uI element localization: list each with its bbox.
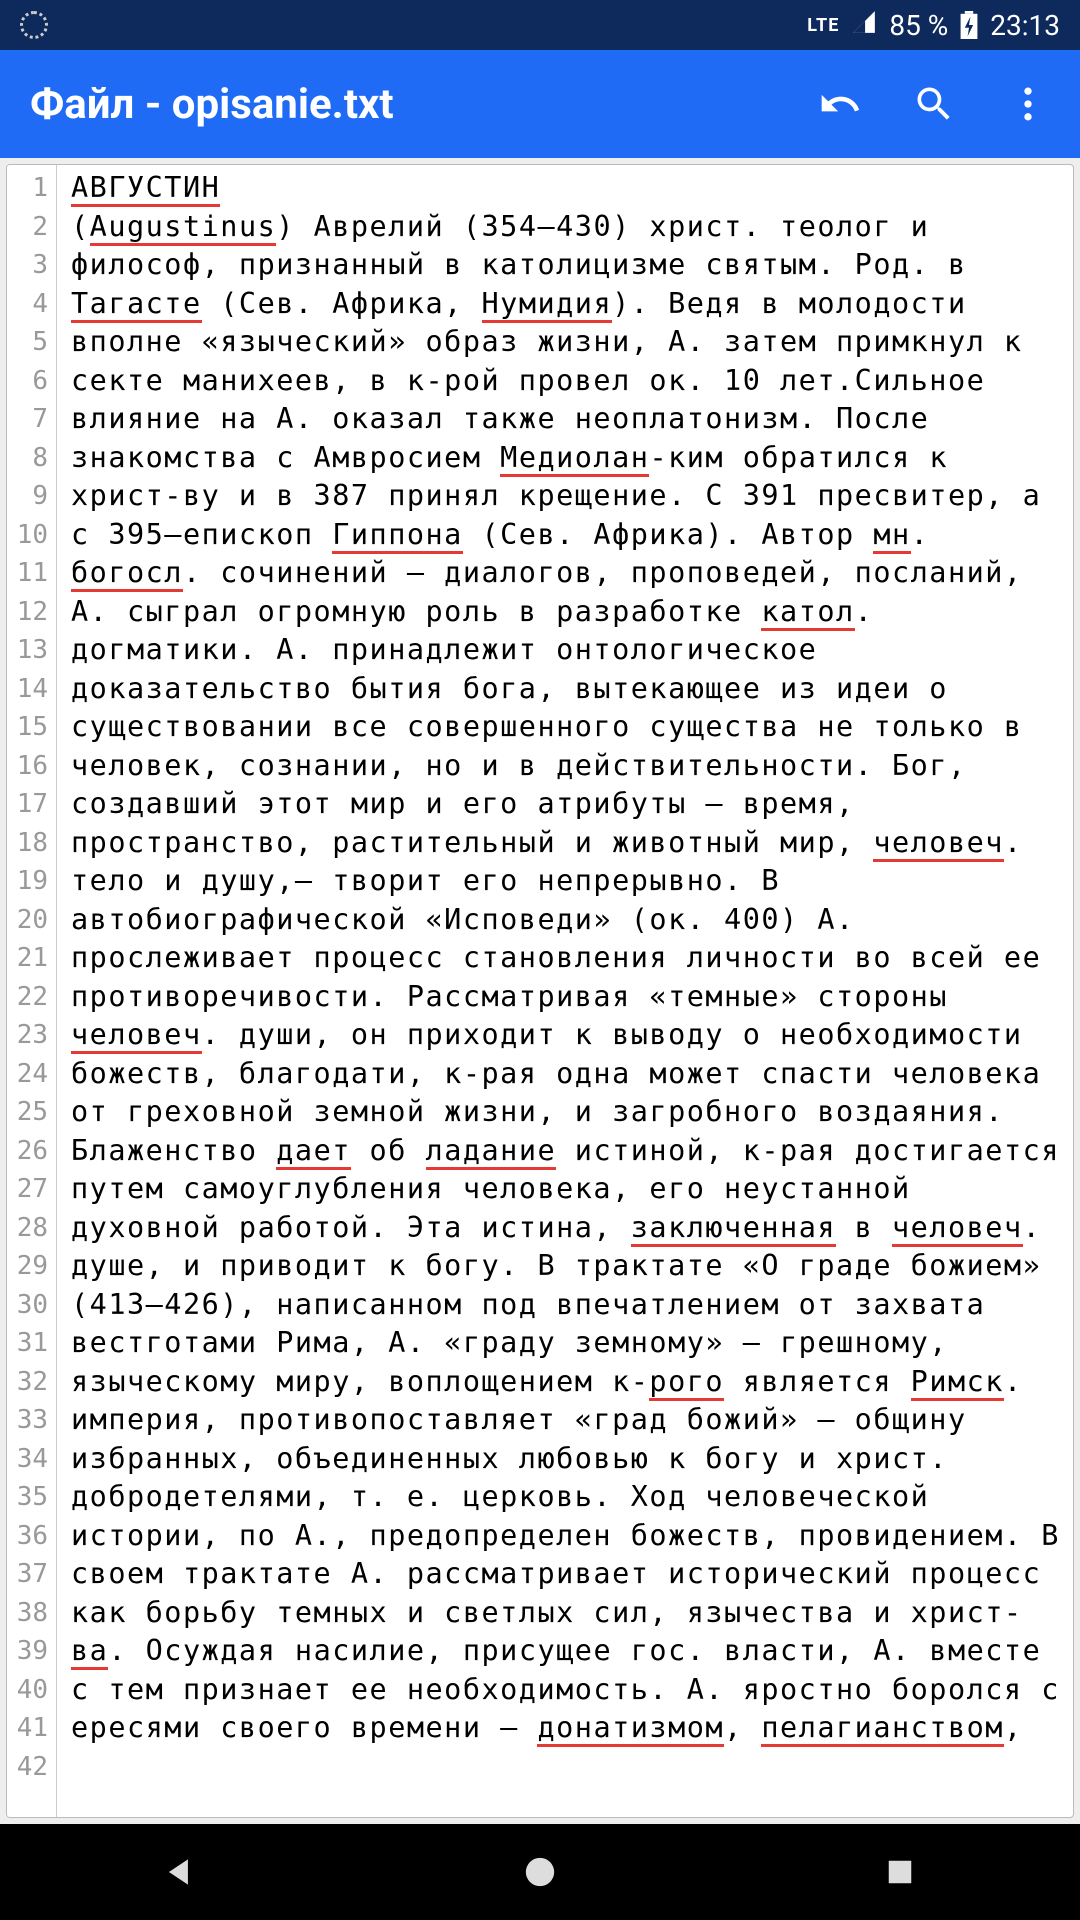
signal-icon xyxy=(851,9,877,42)
battery-percent: 85 % xyxy=(889,9,948,42)
text-content[interactable]: АВГУСТИН (Augustinus) Аврелий (354—430) … xyxy=(57,165,1073,1817)
network-type: LTE xyxy=(807,15,839,36)
app-title: Файл - opisanie.txt xyxy=(30,80,394,129)
editor-container: 1 2 3 4 5 6 7 8 9 10 11 12 13 14 15 16 1… xyxy=(0,158,1080,1824)
text-editor[interactable]: 1 2 3 4 5 6 7 8 9 10 11 12 13 14 15 16 1… xyxy=(6,164,1074,1818)
undo-button[interactable] xyxy=(818,82,862,126)
recents-button[interactable] xyxy=(860,1847,940,1897)
battery-charging-icon xyxy=(960,11,978,39)
home-button[interactable] xyxy=(500,1847,580,1897)
more-button[interactable] xyxy=(1006,82,1050,126)
navigation-bar xyxy=(0,1824,1080,1920)
status-bar: LTE 85 % 23:13 xyxy=(0,0,1080,50)
line-gutter: 1 2 3 4 5 6 7 8 9 10 11 12 13 14 15 16 1… xyxy=(7,165,57,1817)
back-button[interactable] xyxy=(140,1847,220,1897)
app-bar: Файл - opisanie.txt xyxy=(0,50,1080,158)
loading-icon xyxy=(20,11,48,39)
search-button[interactable] xyxy=(912,82,956,126)
clock: 23:13 xyxy=(990,9,1060,42)
